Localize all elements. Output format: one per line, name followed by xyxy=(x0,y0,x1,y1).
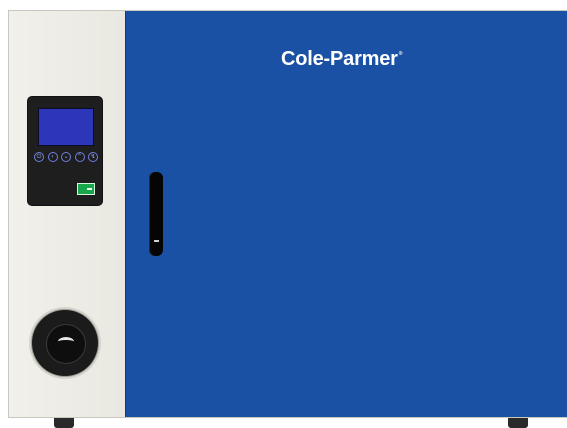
up-key-icon[interactable]: ⌃ xyxy=(74,152,85,162)
power-switch[interactable] xyxy=(77,183,95,195)
registered-mark: ® xyxy=(398,51,403,57)
down-key-icon[interactable]: ⌄ xyxy=(61,152,71,162)
brand-name: Cole-Parmer xyxy=(281,48,398,70)
set-key-icon[interactable]: ↯ xyxy=(88,152,98,162)
knob-indicator-icon xyxy=(58,337,74,346)
power-key-icon[interactable]: ⏻ xyxy=(34,152,44,162)
controller-display xyxy=(38,108,94,146)
oven-door: Cole-Parmer® xyxy=(125,11,567,417)
temperature-controller: ⏻ ‹ ⌄ ⌃ ↯ xyxy=(28,97,102,205)
left-key-icon[interactable]: ‹ xyxy=(47,152,58,162)
control-knob[interactable] xyxy=(32,310,98,376)
oven-body: ⏻ ‹ ⌄ ⌃ ↯ Cole-Parmer® xyxy=(8,10,567,418)
brand-logo: Cole-Parmer® xyxy=(281,48,402,71)
control-panel: ⏻ ‹ ⌄ ⌃ ↯ xyxy=(9,11,125,417)
controller-keypad: ⏻ ‹ ⌄ ⌃ ↯ xyxy=(34,152,98,164)
knob-center xyxy=(46,324,86,364)
right-foot xyxy=(508,418,528,428)
door-handle[interactable] xyxy=(149,172,163,256)
left-foot xyxy=(54,418,74,428)
